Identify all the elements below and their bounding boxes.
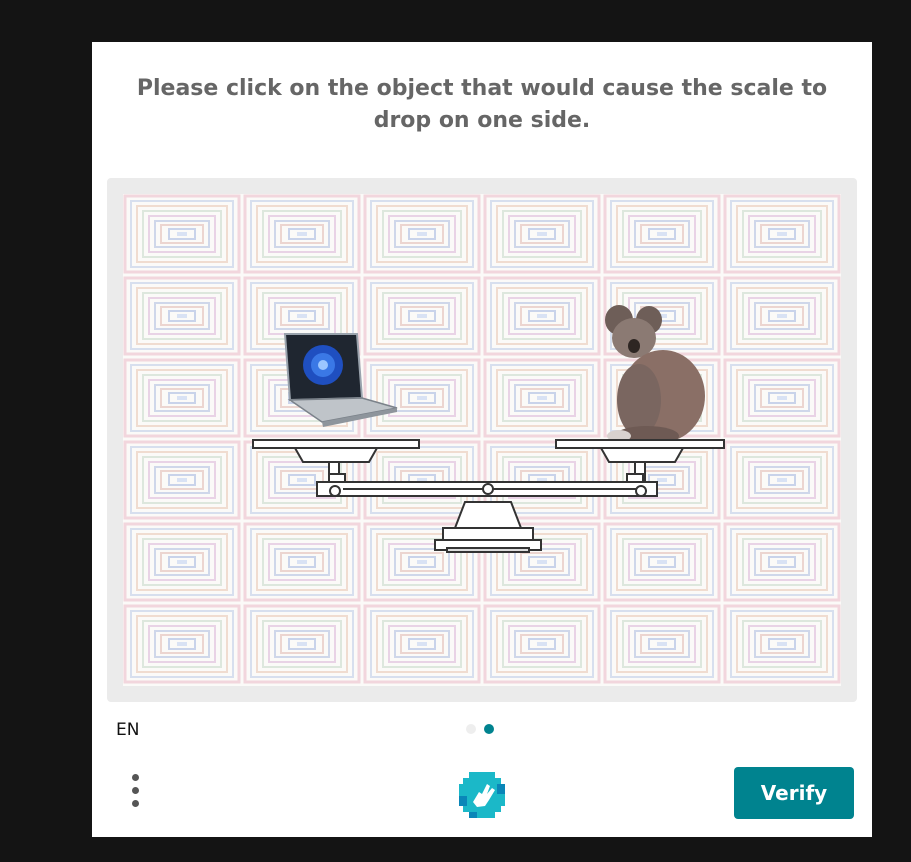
page-dot-2[interactable] (484, 724, 494, 734)
hcaptcha-hand-icon (457, 770, 507, 820)
more-vertical-icon[interactable] (128, 774, 142, 810)
challenge-canvas (123, 194, 841, 686)
challenge-prompt: Please click on the object that would ca… (136, 76, 828, 133)
verify-button[interactable]: Verify (734, 767, 854, 819)
captcha-card: Please click on the object that would ca… (92, 42, 872, 837)
challenge-pager (466, 724, 494, 734)
language-selector[interactable]: EN (116, 720, 139, 740)
challenge-image[interactable] (107, 178, 857, 702)
page-dot-1[interactable] (466, 724, 476, 734)
pattern-background (123, 194, 841, 686)
